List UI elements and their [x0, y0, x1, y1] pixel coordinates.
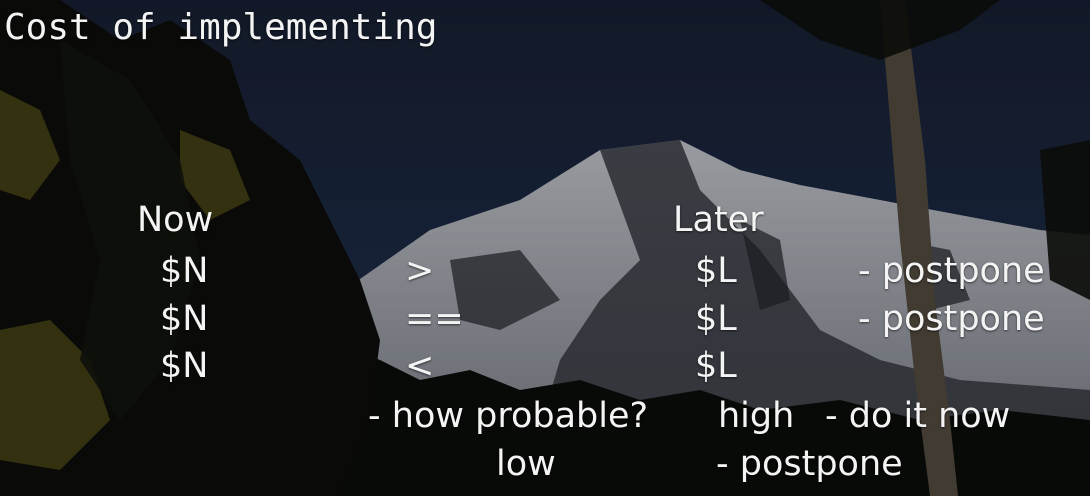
- row-1-action: - postpone: [858, 251, 1045, 291]
- row-3-now: $N: [160, 346, 209, 386]
- row-2-now: $N: [160, 299, 209, 339]
- probability-high-action: - do it now: [825, 396, 1011, 436]
- row-2-later: $L: [695, 299, 737, 339]
- probability-low-action: - postpone: [716, 444, 903, 484]
- row-1-operator: >: [405, 251, 435, 291]
- row-1-now: $N: [160, 251, 209, 291]
- row-2-action: - postpone: [858, 299, 1045, 339]
- row-1-later: $L: [695, 251, 737, 291]
- probability-high: high: [718, 396, 795, 436]
- probability-low: low: [496, 444, 556, 484]
- header-later: Later: [673, 200, 764, 240]
- row-2-operator: ==: [405, 299, 464, 339]
- header-now: Now: [137, 200, 214, 240]
- probability-question: - how probable?: [368, 396, 649, 436]
- slide-title: Cost of implementing: [4, 7, 438, 48]
- row-3-later: $L: [695, 346, 737, 386]
- row-3-operator: <: [405, 346, 435, 386]
